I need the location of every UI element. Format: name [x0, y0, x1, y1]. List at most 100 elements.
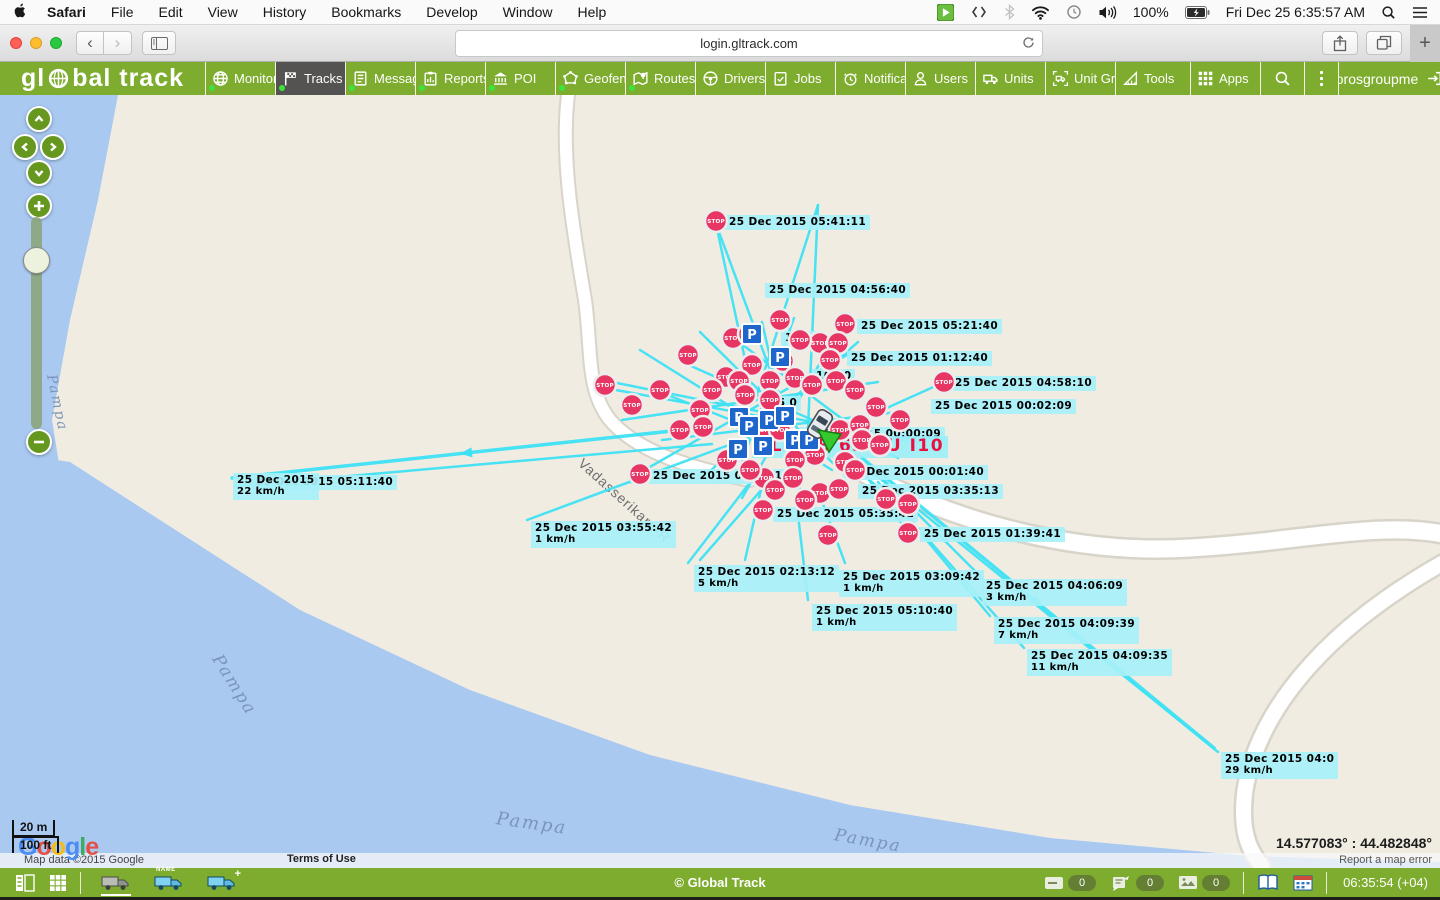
- nav-more-button[interactable]: [1305, 62, 1339, 95]
- screenshare-status-icon[interactable]: [937, 4, 954, 21]
- nav-item-routes[interactable]: Routes: [626, 62, 696, 95]
- split-view-button[interactable]: [15, 874, 35, 892]
- close-window-button[interactable]: [10, 37, 22, 49]
- card-icon: [1044, 876, 1064, 890]
- menu-item-file[interactable]: File: [111, 4, 134, 20]
- spotlight-icon[interactable]: [1381, 5, 1396, 20]
- menu-item-safari[interactable]: Safari: [47, 4, 86, 20]
- media-count-badge: 0: [1202, 875, 1230, 891]
- cursor-coordinates: 14.577083° : 44.482848°: [1276, 835, 1432, 851]
- bank-icon: [492, 70, 509, 87]
- address-bar[interactable]: login.gltrack.com: [455, 30, 1043, 57]
- clipboard-check-icon: [772, 70, 789, 87]
- menu-item-window[interactable]: Window: [503, 4, 553, 20]
- nav-item-unit-groups[interactable]: Unit Groups: [1046, 62, 1116, 95]
- track-vehicle-add-button[interactable]: +: [207, 874, 237, 892]
- code-status-icon[interactable]: [970, 5, 988, 19]
- macos-menu-bar: Safari File Edit View History Bookmarks …: [0, 0, 1440, 25]
- window-controls: [10, 37, 62, 49]
- menu-item-history[interactable]: History: [263, 4, 307, 20]
- nav-item-drivers[interactable]: Drivers: [696, 62, 766, 95]
- nav-user-menu[interactable]: orosgroupme: [1339, 62, 1440, 95]
- status-dot: [489, 85, 495, 91]
- battery-percent: 100%: [1133, 4, 1169, 20]
- pan-down-button[interactable]: [26, 160, 52, 186]
- back-button[interactable]: ‹: [76, 31, 104, 55]
- command-arrows-icon: [1110, 875, 1132, 891]
- time-machine-icon[interactable]: [1066, 4, 1082, 20]
- nav-item-tools[interactable]: Tools: [1116, 62, 1191, 95]
- logo-text-gl: gl: [21, 64, 45, 93]
- zoom-in-button[interactable]: [26, 193, 52, 219]
- map-canvas[interactable]: Vadasserikara-R Pampa Pampa Pampa Pampa …: [0, 95, 1440, 868]
- menu-item-bookmarks[interactable]: Bookmarks: [331, 4, 401, 20]
- logo-text-rest: bal track: [72, 64, 184, 93]
- nav-item-poi[interactable]: POI: [486, 62, 556, 95]
- nav-item-notifications[interactable]: Notifications: [836, 62, 906, 95]
- status-dot: [629, 85, 635, 91]
- nav-item-monitoring[interactable]: Monitoring: [206, 62, 276, 95]
- nav-item-jobs[interactable]: Jobs: [766, 62, 836, 95]
- url-text: login.gltrack.com: [700, 36, 798, 51]
- status-dot: [559, 85, 565, 91]
- scale-metric: 20 m: [12, 820, 55, 837]
- nav-search-button[interactable]: [1261, 62, 1305, 95]
- sidebar-toggle-button[interactable]: [142, 31, 176, 55]
- status-dot: [419, 85, 425, 91]
- reload-icon[interactable]: [1021, 35, 1036, 50]
- track-vehicle-name-button[interactable]: NAME: [154, 874, 184, 892]
- apple-menu-icon[interactable]: [12, 2, 27, 22]
- media-counter[interactable]: 0: [1178, 875, 1230, 891]
- tabs-icon: [1376, 35, 1392, 51]
- new-tab-button[interactable]: +: [1410, 25, 1440, 62]
- pan-left-button[interactable]: [12, 134, 38, 160]
- menu-item-develop[interactable]: Develop: [426, 4, 477, 20]
- menu-item-edit[interactable]: Edit: [158, 4, 182, 20]
- volume-icon[interactable]: [1098, 5, 1117, 20]
- search-icon: [1274, 70, 1291, 87]
- pan-up-button[interactable]: [26, 106, 52, 132]
- tab-overview-button[interactable]: [1366, 31, 1402, 55]
- wifi-icon[interactable]: [1031, 5, 1050, 20]
- logout-icon[interactable]: [1426, 70, 1440, 87]
- split-panels-icon: [15, 874, 35, 892]
- status-dot: [349, 85, 355, 91]
- minimize-window-button[interactable]: [30, 37, 42, 49]
- nav-item-apps[interactable]: Apps: [1191, 62, 1261, 95]
- menu-item-view[interactable]: View: [208, 4, 238, 20]
- grid-view-button[interactable]: [49, 874, 67, 892]
- schedule-button[interactable]: [1293, 874, 1313, 891]
- blue-truck-plus-icon: [207, 874, 237, 892]
- grid-icon: [49, 874, 67, 892]
- pan-right-button[interactable]: [40, 134, 66, 160]
- roads: [566, 95, 1440, 866]
- notification-center-icon[interactable]: [1412, 6, 1428, 19]
- track-vehicle-gray-button[interactable]: [101, 874, 131, 892]
- zoom-out-button[interactable]: [26, 429, 52, 455]
- menu-bar-clock[interactable]: Fri Dec 25 6:35:57 AM: [1226, 4, 1365, 20]
- messages-counter[interactable]: 0: [1044, 875, 1096, 891]
- gray-truck-icon: [101, 874, 131, 892]
- nav-item-units[interactable]: Units: [976, 62, 1046, 95]
- share-button[interactable]: [1322, 31, 1358, 55]
- terms-of-use-link[interactable]: Terms of Use: [287, 853, 356, 865]
- log-book-button[interactable]: [1257, 874, 1279, 891]
- messages-count-badge: 0: [1068, 875, 1096, 891]
- active-underline: [101, 894, 131, 896]
- commands-counter[interactable]: 0: [1110, 875, 1164, 891]
- nav-item-geofences[interactable]: Geofences: [556, 62, 626, 95]
- nav-item-tracks[interactable]: Tracks: [276, 62, 346, 95]
- forward-button[interactable]: ›: [104, 31, 132, 55]
- nav-item-messages[interactable]: Messages: [346, 62, 416, 95]
- nav-item-users[interactable]: Users: [906, 62, 976, 95]
- bluetooth-icon[interactable]: [1004, 4, 1015, 20]
- map-base-layer: [0, 95, 1440, 868]
- nav-item-reports[interactable]: Reports: [416, 62, 486, 95]
- commands-count-badge: 0: [1136, 875, 1164, 891]
- zoom-slider-knob[interactable]: [23, 247, 50, 274]
- report-map-error-link[interactable]: Report a map error: [1339, 854, 1432, 866]
- zoom-window-button[interactable]: [50, 37, 62, 49]
- gltrack-logo[interactable]: gl bal track: [0, 62, 206, 95]
- menu-item-help[interactable]: Help: [577, 4, 606, 20]
- geofence-icon: [562, 70, 579, 87]
